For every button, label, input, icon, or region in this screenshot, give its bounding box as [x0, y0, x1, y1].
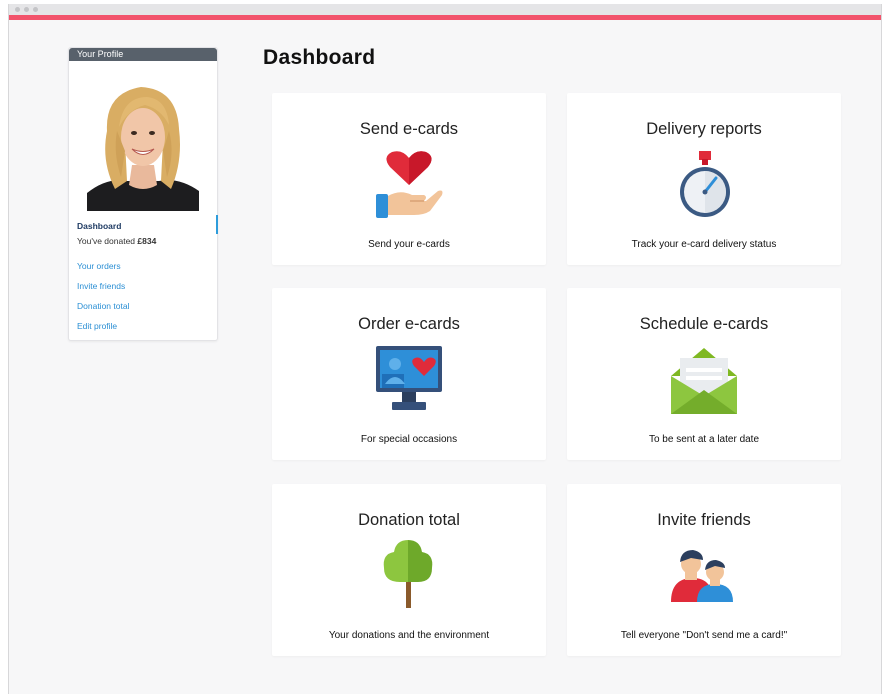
monitor-heart-icon	[374, 344, 444, 414]
card-subtitle: Send your e-cards	[368, 239, 450, 250]
profile-header: Your Profile	[69, 48, 217, 61]
sidebar-dashboard-link[interactable]: Dashboard	[77, 221, 121, 231]
card-subtitle: Tell everyone "Don't send me a card!"	[620, 630, 788, 641]
card-title: Order e-cards	[358, 315, 460, 333]
sidebar-item-your-orders[interactable]: Your orders	[77, 261, 121, 271]
card-subtitle: Track your e-card delivery status	[631, 239, 777, 250]
donated-amount: £834	[137, 236, 157, 246]
card-subtitle: For special occasions	[360, 434, 458, 445]
window-close-dot[interactable]	[15, 7, 20, 12]
card-schedule-ecards[interactable]: Schedule e-cards To be sent at a later d…	[567, 288, 841, 460]
card-title: Donation total	[358, 511, 460, 529]
tree-icon	[374, 540, 444, 610]
accent-bar	[9, 15, 881, 20]
card-donation-total[interactable]: Donation total Your donations and the en…	[272, 484, 546, 656]
card-order-ecards[interactable]: Order e-cards For special occasions	[272, 288, 546, 460]
page-title: Dashboard	[263, 46, 376, 69]
profile-sidebar: Your Profile Dashboard You've donated £8…	[68, 47, 218, 341]
card-invite-friends[interactable]: Invite friends Tell everyone "Don't send…	[567, 484, 841, 656]
card-title: Send e-cards	[359, 120, 459, 138]
donated-prefix: You've donated	[77, 236, 138, 246]
heart-hand-icon	[374, 149, 444, 219]
card-title: Schedule e-cards	[639, 315, 769, 333]
window-maximize-dot[interactable]	[33, 7, 38, 12]
window-minimize-dot[interactable]	[24, 7, 29, 12]
card-subtitle: Your donations and the environment	[328, 630, 490, 641]
sidebar-item-invite-friends[interactable]: Invite friends	[77, 281, 125, 291]
card-delivery-reports[interactable]: Delivery reports Track your e-card deliv…	[567, 93, 841, 265]
card-send-ecards[interactable]: Send e-cards Send your e-cards	[272, 93, 546, 265]
friends-icon	[669, 540, 739, 610]
sidebar-item-edit-profile[interactable]: Edit profile	[77, 321, 117, 331]
card-title: Delivery reports	[646, 120, 762, 138]
card-subtitle: To be sent at a later date	[648, 434, 760, 445]
donated-summary: You've donated £834	[77, 236, 156, 246]
stopwatch-icon	[669, 149, 739, 219]
active-indicator	[216, 215, 218, 234]
avatar	[87, 81, 199, 211]
card-title: Invite friends	[657, 511, 751, 529]
envelope-icon	[669, 344, 739, 414]
window-titlebar	[9, 4, 881, 15]
sidebar-item-donation-total[interactable]: Donation total	[77, 301, 129, 311]
